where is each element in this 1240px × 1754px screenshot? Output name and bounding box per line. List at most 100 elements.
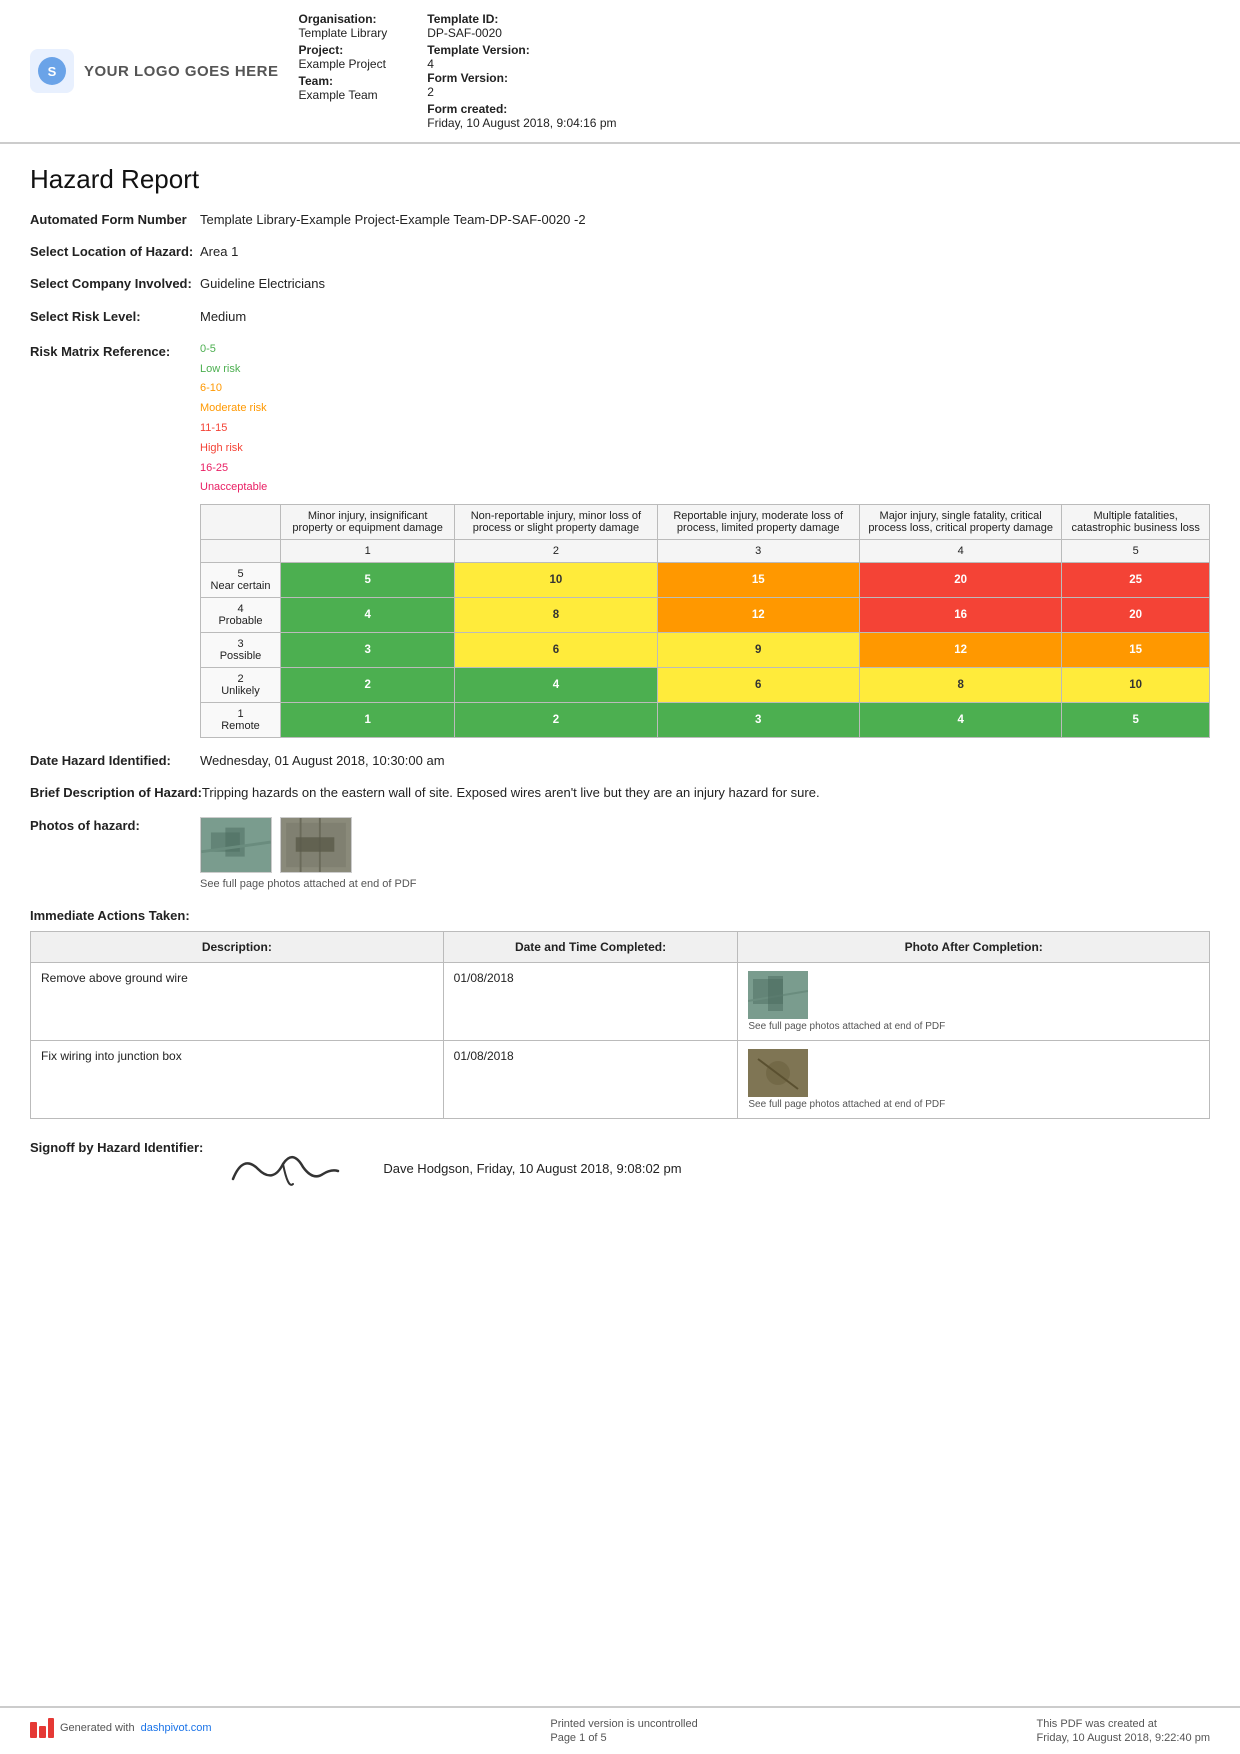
company-row: Select Company Involved: Guideline Elect… bbox=[30, 275, 1210, 293]
footer-brand: Generated with dashpivot.com bbox=[30, 1718, 212, 1738]
signoff-label: Signoff by Hazard Identifier: bbox=[30, 1139, 203, 1157]
cell-2-5: 10 bbox=[1062, 668, 1210, 703]
cell-2-2: 4 bbox=[455, 668, 657, 703]
photos-value: See full page photos attached at end of … bbox=[200, 817, 1210, 892]
cell-3-2: 6 bbox=[455, 633, 657, 668]
matrix-consequence-1: Minor injury, insignificant property or … bbox=[281, 505, 455, 540]
cell-1-5: 5 bbox=[1062, 703, 1210, 738]
legend-moderate-range: 6-10 bbox=[200, 382, 222, 394]
cell-4-5: 20 bbox=[1062, 598, 1210, 633]
cell-1-2: 2 bbox=[455, 703, 657, 738]
matrix-consequence-2: Non-reportable injury, minor loss of pro… bbox=[455, 505, 657, 540]
page-footer: Generated with dashpivot.com Printed ver… bbox=[0, 1706, 1240, 1754]
action-1-photo-caption: See full page photos attached at end of … bbox=[748, 1021, 1199, 1032]
matrix-row-5: 5Near certain 5 10 15 20 25 bbox=[201, 563, 1210, 598]
matrix-num-2: 2 bbox=[455, 540, 657, 563]
cell-3-4: 12 bbox=[859, 633, 1061, 668]
matrix-row-3: 3Possible 3 6 9 12 15 bbox=[201, 633, 1210, 668]
template-id-line: Template ID: DP-SAF-0020 bbox=[427, 12, 616, 40]
legend-moderate-label: Moderate risk bbox=[200, 402, 267, 414]
form-number-label: Automated Form Number bbox=[30, 211, 200, 229]
org-line: Organisation: Template Library bbox=[299, 12, 388, 40]
photos-label: Photos of hazard: bbox=[30, 817, 200, 835]
risk-matrix-container: 0-5 Low risk 6-10 Moderate risk 11-15 Hi… bbox=[200, 340, 1210, 738]
org-label: Organisation: bbox=[299, 12, 388, 26]
footer-page: Page 1 of 5 bbox=[550, 1732, 697, 1744]
risk-level-label: Select Risk Level: bbox=[30, 308, 200, 326]
matrix-consequence-4: Major injury, single fatality, critical … bbox=[859, 505, 1061, 540]
risk-legend: 0-5 Low risk 6-10 Moderate risk 11-15 Hi… bbox=[200, 340, 1210, 498]
legend-unacceptable-range: 16-25 bbox=[200, 462, 228, 474]
logo-text: YOUR LOGO GOES HERE bbox=[84, 63, 279, 80]
likelihood-2: 2Unlikely bbox=[201, 668, 281, 703]
footer-pdf-created: This PDF was created at bbox=[1037, 1718, 1210, 1730]
form-version-value: 2 bbox=[427, 85, 616, 99]
description-value: Tripping hazards on the eastern wall of … bbox=[202, 784, 1210, 802]
footer-brand-link[interactable]: dashpivot.com bbox=[141, 1722, 212, 1734]
location-label: Select Location of Hazard: bbox=[30, 243, 200, 261]
actions-col2-header: Date and Time Completed: bbox=[443, 931, 738, 962]
signoff-row: Signoff by Hazard Identifier: Dave Hodgs… bbox=[30, 1139, 1210, 1199]
date-hazard-label: Date Hazard Identified: bbox=[30, 752, 200, 770]
action-2-photo: See full page photos attached at end of … bbox=[738, 1040, 1210, 1118]
location-row: Select Location of Hazard: Area 1 bbox=[30, 243, 1210, 261]
risk-matrix-table: Minor injury, insignificant property or … bbox=[200, 504, 1210, 738]
matrix-num-5: 5 bbox=[1062, 540, 1210, 563]
matrix-consequence-3: Reportable injury, moderate loss of proc… bbox=[657, 505, 859, 540]
footer-center: Printed version is uncontrolled Page 1 o… bbox=[550, 1718, 697, 1744]
matrix-num-4: 4 bbox=[859, 540, 1061, 563]
form-created-value: Friday, 10 August 2018, 9:04:16 pm bbox=[427, 116, 616, 130]
cell-5-2: 10 bbox=[455, 563, 657, 598]
risk-level-value: Medium bbox=[200, 308, 1210, 326]
matrix-row-2: 2Unlikely 2 4 6 8 10 bbox=[201, 668, 1210, 703]
team-line: Team: Example Team bbox=[299, 74, 388, 102]
cell-2-3: 6 bbox=[657, 668, 859, 703]
action-2-photo-thumb bbox=[748, 1049, 808, 1097]
template-version-line: Template Version: 4 Form Version: 2 bbox=[427, 43, 616, 99]
action-1-photo-thumb bbox=[748, 971, 808, 1019]
report-title: Hazard Report bbox=[30, 164, 1210, 195]
action-1-description: Remove above ground wire bbox=[31, 962, 444, 1040]
cell-1-1: 1 bbox=[281, 703, 455, 738]
matrix-row-4: 4Probable 4 8 12 16 20 bbox=[201, 598, 1210, 633]
cell-1-3: 3 bbox=[657, 703, 859, 738]
action-1-date: 01/08/2018 bbox=[443, 962, 738, 1040]
form-number-value: Template Library-Example Project-Example… bbox=[200, 211, 1210, 229]
cell-4-2: 8 bbox=[455, 598, 657, 633]
main-content: Hazard Report Automated Form Number Temp… bbox=[0, 144, 1240, 1706]
cell-5-4: 20 bbox=[859, 563, 1061, 598]
cell-1-4: 4 bbox=[859, 703, 1061, 738]
matrix-num-3: 3 bbox=[657, 540, 859, 563]
action-2-date: 01/08/2018 bbox=[443, 1040, 738, 1118]
hazard-photo-1 bbox=[200, 817, 272, 873]
cell-2-4: 8 bbox=[859, 668, 1061, 703]
cell-5-3: 15 bbox=[657, 563, 859, 598]
logo-icon: S bbox=[30, 49, 74, 93]
signoff-name: Dave Hodgson, Friday, 10 August 2018, 9:… bbox=[383, 1161, 681, 1176]
cell-4-3: 12 bbox=[657, 598, 859, 633]
location-value: Area 1 bbox=[200, 243, 1210, 261]
risk-matrix-row: Risk Matrix Reference: 0-5 Low risk 6-10… bbox=[30, 340, 1210, 738]
brand-icon bbox=[30, 1718, 54, 1738]
header-meta: Organisation: Template Library Project: … bbox=[299, 12, 1210, 130]
footer-right: This PDF was created at Friday, 10 Augus… bbox=[1037, 1718, 1210, 1744]
page-header: S YOUR LOGO GOES HERE Organisation: Temp… bbox=[0, 0, 1240, 144]
logo-area: S YOUR LOGO GOES HERE bbox=[30, 12, 279, 130]
likelihood-5: 5Near certain bbox=[201, 563, 281, 598]
actions-col3-header: Photo After Completion: bbox=[738, 931, 1210, 962]
action-row-1: Remove above ground wire 01/08/2018 bbox=[31, 962, 1210, 1040]
footer-brand-text: Generated with bbox=[60, 1722, 135, 1734]
signoff-content: Dave Hodgson, Friday, 10 August 2018, 9:… bbox=[223, 1139, 681, 1199]
hazard-photos-area bbox=[200, 817, 1210, 873]
legend-high-label: High risk bbox=[200, 442, 243, 454]
action-2-photo-caption: See full page photos attached at end of … bbox=[748, 1099, 1199, 1110]
form-created-label: Form created: bbox=[427, 102, 616, 116]
matrix-consequence-5: Multiple fatalities, catastrophic busine… bbox=[1062, 505, 1210, 540]
signature-image bbox=[223, 1139, 343, 1199]
likelihood-3: 3Possible bbox=[201, 633, 281, 668]
svg-text:S: S bbox=[48, 64, 57, 79]
cell-5-5: 25 bbox=[1062, 563, 1210, 598]
legend-low-range: 0-5 bbox=[200, 343, 216, 355]
matrix-row-1: 1Remote 1 2 3 4 5 bbox=[201, 703, 1210, 738]
photos-row: Photos of hazard: bbox=[30, 817, 1210, 892]
